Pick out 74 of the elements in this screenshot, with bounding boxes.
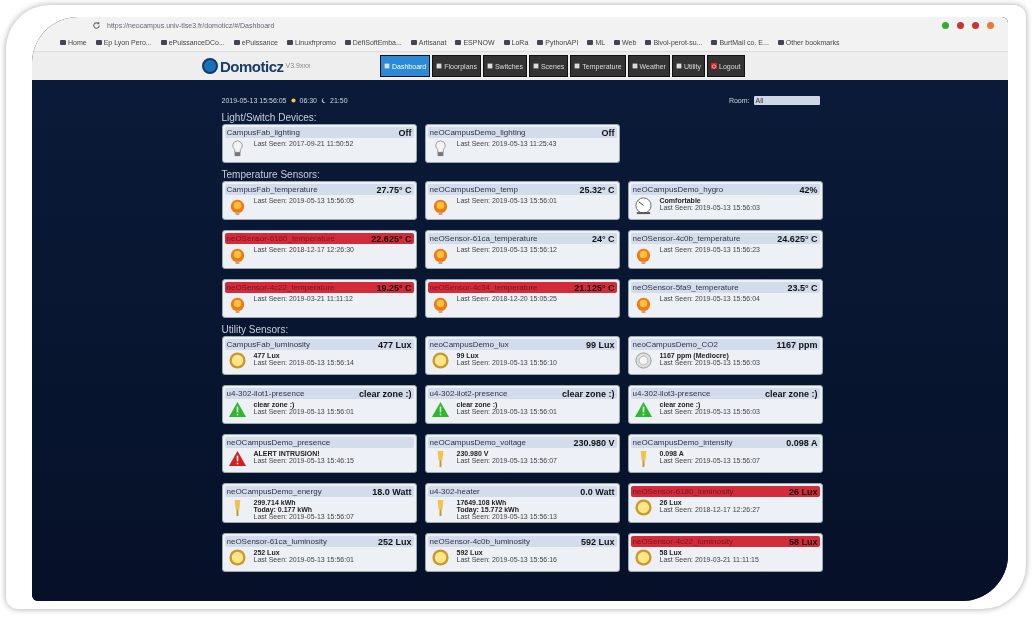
device-value: clear zone :) [562, 388, 615, 399]
device-value: 477 Lux [377, 339, 412, 350]
device-value: 0.098 A [786, 437, 818, 448]
device-value: 23.5° C [787, 282, 818, 293]
device-name: u4-302-heater [429, 487, 480, 496]
device-name: neoCampusDemo_lux [429, 340, 509, 349]
device-value: 25.32° C [579, 184, 615, 195]
device-value: 24.625° C [777, 233, 818, 244]
section-title: Utility Sensors: [221, 324, 290, 335]
device-name: CampusFab_luminosity [226, 340, 311, 349]
device-value: 18.0 Watt [372, 486, 412, 497]
sun-disc-icon [633, 548, 653, 567]
device-value: 58 Lux [789, 536, 818, 547]
device-value: 24° C [591, 233, 615, 244]
device-name: CampusFab_temperature [226, 185, 318, 194]
device-name: neOSensor-6180_temperature [226, 234, 335, 243]
sun-disc-icon [633, 498, 653, 517]
device-name: neOCampusDemo_intensity [632, 438, 733, 447]
reload-icon[interactable] [92, 21, 101, 30]
device-name: neOCampusDemo_lighting [429, 128, 526, 137]
extension-icon[interactable] [987, 22, 994, 29]
warning-triangle-icon [430, 400, 450, 419]
device-value: 592 Lux [580, 536, 615, 547]
extension-icon[interactable] [972, 22, 979, 29]
warning-triangle-icon [227, 449, 247, 468]
sun-disc-icon [227, 548, 247, 567]
device-name: CampusFab_lighting [226, 128, 300, 137]
device-value: 22.625° C [371, 233, 412, 244]
device-name: neOSensor-4c22_luminosity [632, 537, 733, 546]
device-value: 1167 ppm [776, 339, 818, 350]
power-icon [711, 63, 718, 69]
device-value: 252 Lux [377, 536, 412, 547]
sun-icon [289, 96, 297, 104]
device-name: neOCampusDemo_presence [226, 438, 331, 447]
device-name: neOCampusDemo_voltage [429, 438, 526, 447]
device-value: 230.980 V [573, 437, 615, 448]
device-name: neoCampusDemo_CO2 [632, 340, 718, 349]
device-name: neOSensor-4c22_temperature [226, 283, 335, 292]
device-name: neOSensor-4c34_temperature [429, 283, 538, 292]
device-value: Off [398, 127, 412, 138]
device-value: 26 Lux [789, 486, 818, 497]
device-value: clear zone :) [359, 388, 412, 399]
device-name: neOCampusDemo_hygro [632, 185, 724, 194]
moon-icon [320, 96, 328, 104]
device-value: 19.25° C [376, 282, 412, 293]
device-name: neOSensor-61ca_temperature [429, 234, 538, 243]
warning-triangle-icon [633, 400, 653, 419]
device-value: 27.75° C [376, 184, 412, 195]
device-name: neOCampusDemo_temp [429, 185, 518, 194]
device-value: 0.0 Watt [580, 486, 615, 497]
device-name: neOSensor-4c0b_temperature [632, 234, 741, 243]
device-name: neOSensor-6180_luminosity [632, 487, 734, 496]
device-value: 42% [799, 184, 818, 195]
sun-disc-icon [227, 351, 247, 370]
device-name: u4-302-ilot3-presence [632, 389, 711, 398]
section-title: Light/Switch Devices: [221, 112, 318, 123]
extension-icon[interactable] [942, 22, 949, 29]
device-name: u4-302-ilot1-presence [226, 389, 305, 398]
logo-icon [202, 58, 218, 74]
sun-disc-icon [430, 351, 450, 370]
device-name: neOCampusDemo_energy [226, 487, 322, 496]
device-name: u4-302-ilot2-presence [429, 389, 508, 398]
extension-icon[interactable] [957, 22, 964, 29]
device-name: neOSensor-5fa9_temperature [632, 283, 739, 292]
warning-triangle-icon [227, 400, 247, 419]
app-logo: Domoticz [220, 57, 284, 75]
device-name: neOSensor-4c0b_luminosity [429, 537, 530, 546]
device-name: neOSensor-61ca_luminosity [226, 537, 327, 546]
device-value: 99 Lux [586, 339, 615, 350]
device-value: Off [601, 127, 615, 138]
section-title: Temperature Sensors: [221, 169, 321, 180]
device-value: clear zone :) [765, 388, 818, 399]
sun-disc-icon [430, 548, 450, 567]
device-value: 21.125° C [574, 282, 615, 293]
